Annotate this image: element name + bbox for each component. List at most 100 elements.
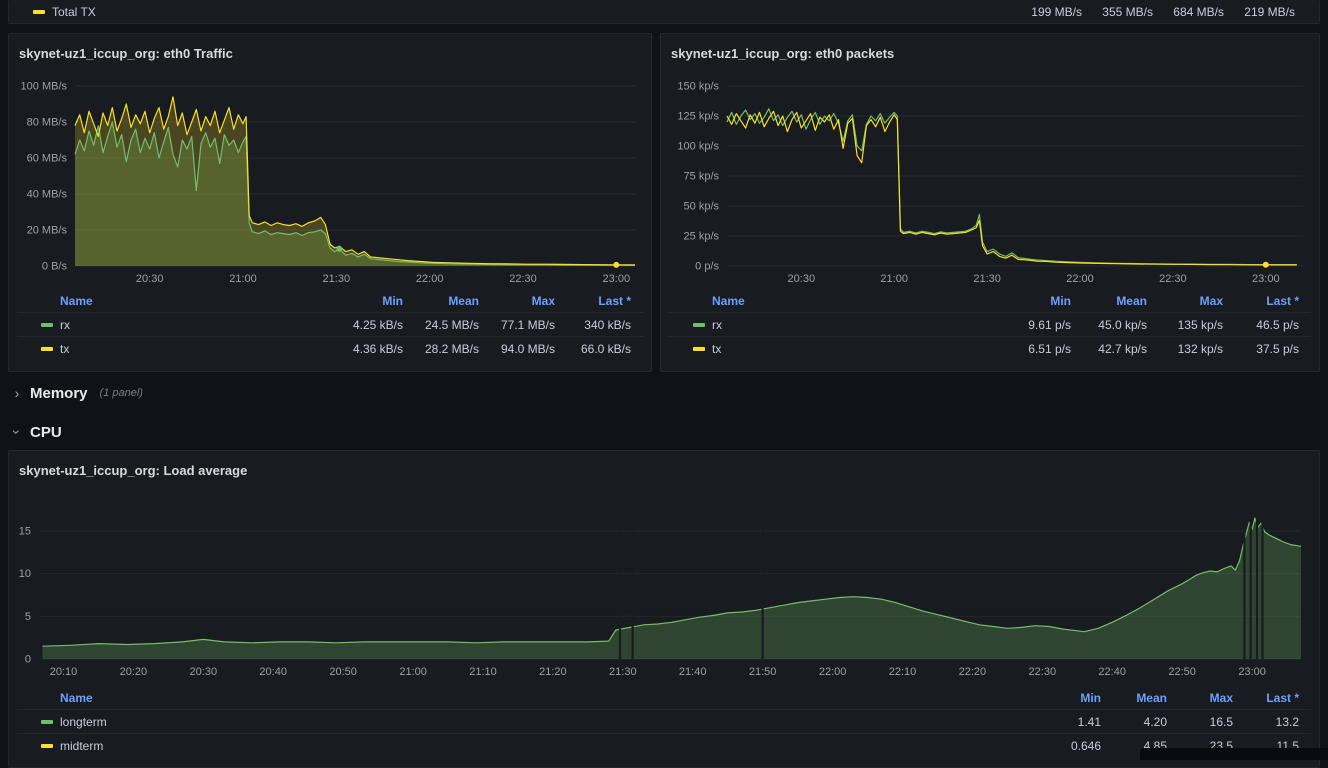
series-toggle-midterm[interactable]: midterm <box>41 739 1035 753</box>
stat-last: 219 MB/s <box>1244 4 1295 19</box>
panel-title-eth0-traffic[interactable]: skynet-uz1_iccup_org: eth0 Traffic <box>9 34 651 74</box>
svg-text:22:00: 22:00 <box>1066 273 1094 285</box>
stat-last: 66.0 kB/s <box>580 341 631 356</box>
panel-eth0-traffic: skynet-uz1_iccup_org: eth0 Traffic 0 B/s… <box>8 33 652 372</box>
series-color-swatch <box>41 719 53 724</box>
series-toggle-tx[interactable]: tx <box>693 342 995 356</box>
svg-text:15: 15 <box>19 525 31 537</box>
legend-row-total-tx: Total TX 199 MB/s 355 MB/s 684 MB/s 219 … <box>9 0 1319 23</box>
series-color-swatch <box>693 346 705 351</box>
legend-header-min[interactable]: Min <box>1035 691 1101 705</box>
stat-min: 0.646 <box>1070 738 1101 753</box>
legend-header-mean[interactable]: Mean <box>403 294 479 308</box>
svg-text:21:40: 21:40 <box>679 666 707 678</box>
load-average-chart[interactable]: 0 5 10 15 20:10 20:20 20:30 20:40 20:50 21:00 21:1… <box>17 491 1311 681</box>
series-toggle-rx[interactable]: rx <box>693 318 995 332</box>
series-toggle-total-tx[interactable]: Total TX <box>33 5 1011 19</box>
svg-text:20:10: 20:10 <box>50 666 78 678</box>
legend-header-max[interactable]: Max <box>1167 691 1233 705</box>
svg-text:0 B/s: 0 B/s <box>42 261 68 273</box>
panel-title-eth0-packets[interactable]: skynet-uz1_iccup_org: eth0 packets <box>661 34 1319 74</box>
legend-header-row: Name Min Mean Max Last * <box>669 290 1311 312</box>
series-color-swatch <box>41 743 53 748</box>
legend-header-min[interactable]: Min <box>327 294 403 308</box>
dashboard-row-memory[interactable]: › Memory (1 panel) <box>10 381 143 405</box>
svg-text:21:10: 21:10 <box>469 666 497 678</box>
series-toggle-longterm[interactable]: longterm <box>41 715 1035 729</box>
svg-text:23:00: 23:00 <box>603 273 631 285</box>
eth0-packets-chart[interactable]: 0 p/s 25 kp/s 50 kp/s 75 kp/s 100 kp/s 125 kp… <box>669 74 1311 288</box>
dashboard-row-cpu[interactable]: › CPU <box>9 420 62 444</box>
svg-text:80 MB/s: 80 MB/s <box>27 117 68 129</box>
legend-row-rx: rx 9.61 p/s 45.0 kp/s 135 kp/s 46.5 p/s <box>669 312 1311 336</box>
svg-text:100 MB/s: 100 MB/s <box>21 81 68 93</box>
svg-text:50 kp/s: 50 kp/s <box>684 201 720 213</box>
series-color-swatch <box>693 322 705 327</box>
svg-text:22:00: 22:00 <box>416 273 444 285</box>
stat-max: 16.5 <box>1209 714 1233 729</box>
stat-min: 9.61 p/s <box>1028 317 1071 332</box>
svg-text:21:30: 21:30 <box>973 273 1001 285</box>
panel-title-load-average[interactable]: skynet-uz1_iccup_org: Load average <box>9 451 1319 491</box>
stat-mean: 24.5 MB/s <box>424 317 479 332</box>
svg-text:22:40: 22:40 <box>1098 666 1126 678</box>
eth0-traffic-legend: Name Min Mean Max Last * rx 4.25 kB/s 24… <box>17 290 643 360</box>
stat-min: 6.51 p/s <box>1028 341 1071 356</box>
svg-text:20:30: 20:30 <box>136 273 164 285</box>
series-color-swatch <box>33 9 45 14</box>
series-name: midterm <box>60 738 104 753</box>
svg-text:60 MB/s: 60 MB/s <box>27 153 68 165</box>
stat-last: 13.2 <box>1275 714 1299 729</box>
svg-text:100 kp/s: 100 kp/s <box>677 141 719 153</box>
stat-max: 684 MB/s <box>1173 4 1224 19</box>
series-toggle-rx[interactable]: rx <box>41 318 327 332</box>
legend-row-longterm: longterm 1.41 4.20 16.5 13.2 <box>17 709 1311 733</box>
legend-header-mean[interactable]: Mean <box>1101 691 1167 705</box>
svg-text:5: 5 <box>25 611 31 623</box>
stat-min: 4.36 kB/s <box>352 341 403 356</box>
legend-header-mean[interactable]: Mean <box>1071 294 1147 308</box>
svg-text:10: 10 <box>19 568 31 580</box>
stat-min: 4.25 kB/s <box>352 317 403 332</box>
legend-header-last[interactable]: Last * <box>1223 294 1299 308</box>
legend-header-last[interactable]: Last * <box>555 294 631 308</box>
svg-text:23:00: 23:00 <box>1238 666 1266 678</box>
svg-text:25 kp/s: 25 kp/s <box>684 231 720 243</box>
legend-header-max[interactable]: Max <box>1147 294 1223 308</box>
stat-min: 1.41 <box>1077 714 1101 729</box>
series-toggle-tx[interactable]: tx <box>41 342 327 356</box>
svg-text:22:00: 22:00 <box>819 666 847 678</box>
series-color-swatch <box>41 346 53 351</box>
svg-text:20:30: 20:30 <box>190 666 218 678</box>
stat-min: 199 MB/s <box>1031 4 1082 19</box>
legend-header-name[interactable]: Name <box>693 294 995 308</box>
svg-text:75 kp/s: 75 kp/s <box>684 171 720 183</box>
stat-max: 132 kp/s <box>1177 341 1223 356</box>
legend-header-name[interactable]: Name <box>41 691 1035 705</box>
row-panel-count: (1 panel) <box>99 387 143 399</box>
svg-text:40 MB/s: 40 MB/s <box>27 189 68 201</box>
legend-header-min[interactable]: Min <box>995 294 1071 308</box>
svg-text:20:40: 20:40 <box>259 666 287 678</box>
svg-text:22:30: 22:30 <box>509 273 537 285</box>
svg-text:21:00: 21:00 <box>399 666 427 678</box>
legend-row-tx: tx 4.36 kB/s 28.2 MB/s 94.0 MB/s 66.0 kB… <box>17 336 643 360</box>
svg-text:21:20: 21:20 <box>539 666 567 678</box>
legend-header-max[interactable]: Max <box>479 294 555 308</box>
svg-text:20:30: 20:30 <box>788 273 816 285</box>
series-name: tx <box>712 341 722 356</box>
stat-mean: 28.2 MB/s <box>424 341 479 356</box>
eth0-packets-legend: Name Min Mean Max Last * rx 9.61 p/s 45.… <box>669 290 1311 360</box>
svg-text:21:30: 21:30 <box>609 666 637 678</box>
legend-header-name[interactable]: Name <box>41 294 327 308</box>
load-average-legend: Name Min Mean Max Last * longterm 1.41 4… <box>17 687 1311 757</box>
svg-text:21:00: 21:00 <box>880 273 908 285</box>
legend-header-row: Name Min Mean Max Last * <box>17 290 643 312</box>
series-name: tx <box>60 341 70 356</box>
stat-mean: 4.20 <box>1143 714 1167 729</box>
eth0-traffic-chart[interactable]: 0 B/s 20 MB/s 40 MB/s 60 MB/s 80 MB/s 100 MB/… <box>17 74 643 288</box>
stat-last: 46.5 p/s <box>1256 317 1299 332</box>
svg-text:125 kp/s: 125 kp/s <box>677 111 719 123</box>
svg-text:20 MB/s: 20 MB/s <box>27 225 68 237</box>
legend-header-last[interactable]: Last * <box>1233 691 1299 705</box>
